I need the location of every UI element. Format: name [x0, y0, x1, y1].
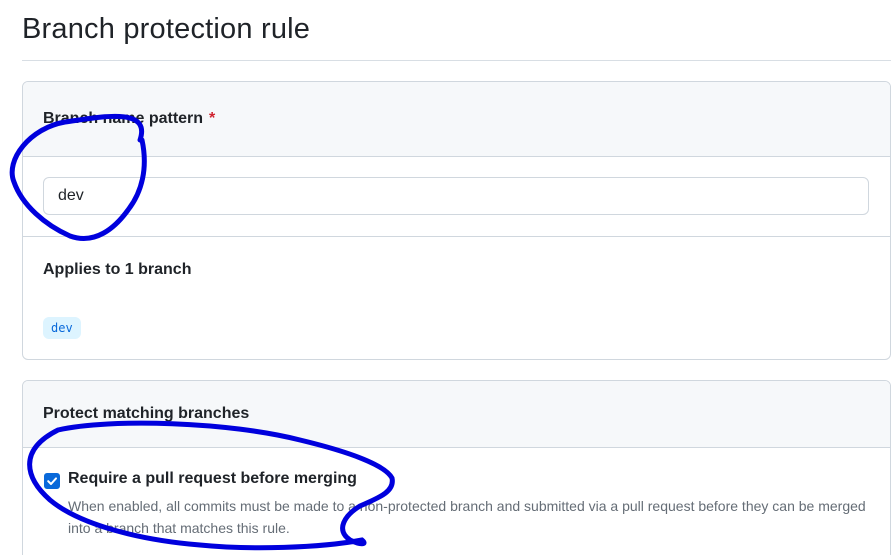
branch-name-pattern-header: Branch name pattern * — [23, 82, 890, 157]
matched-branch-tag[interactable]: dev — [43, 317, 81, 339]
branch-name-pattern-input[interactable] — [43, 177, 869, 215]
require-pull-request-checkbox[interactable] — [44, 473, 60, 489]
required-marker: * — [209, 110, 216, 127]
branch-protection-page: Branch protection rule Branch name patte… — [0, 0, 895, 555]
require-pull-request-description: When enabled, all commits must be made t… — [68, 498, 866, 536]
pattern-input-row — [23, 157, 890, 237]
protect-matching-branches-header: Protect matching branches — [23, 381, 890, 448]
protect-matching-branches-box: Protect matching branches Require a pull… — [22, 380, 891, 555]
page-title: Branch protection rule — [22, 13, 311, 45]
applies-section: Applies to 1 branch dev — [23, 237, 890, 359]
checkmark-icon — [47, 477, 57, 485]
branch-name-pattern-label: Branch name pattern — [43, 110, 204, 127]
branch-name-pattern-box: Branch name pattern * Applies to 1 branc… — [22, 81, 891, 360]
require-pull-request-rule: Require a pull request before merging Wh… — [23, 448, 890, 555]
require-pull-request-label[interactable]: Require a pull request before merging — [68, 470, 357, 488]
title-divider — [22, 60, 891, 61]
applies-to-label: Applies to 1 branch — [43, 261, 192, 278]
